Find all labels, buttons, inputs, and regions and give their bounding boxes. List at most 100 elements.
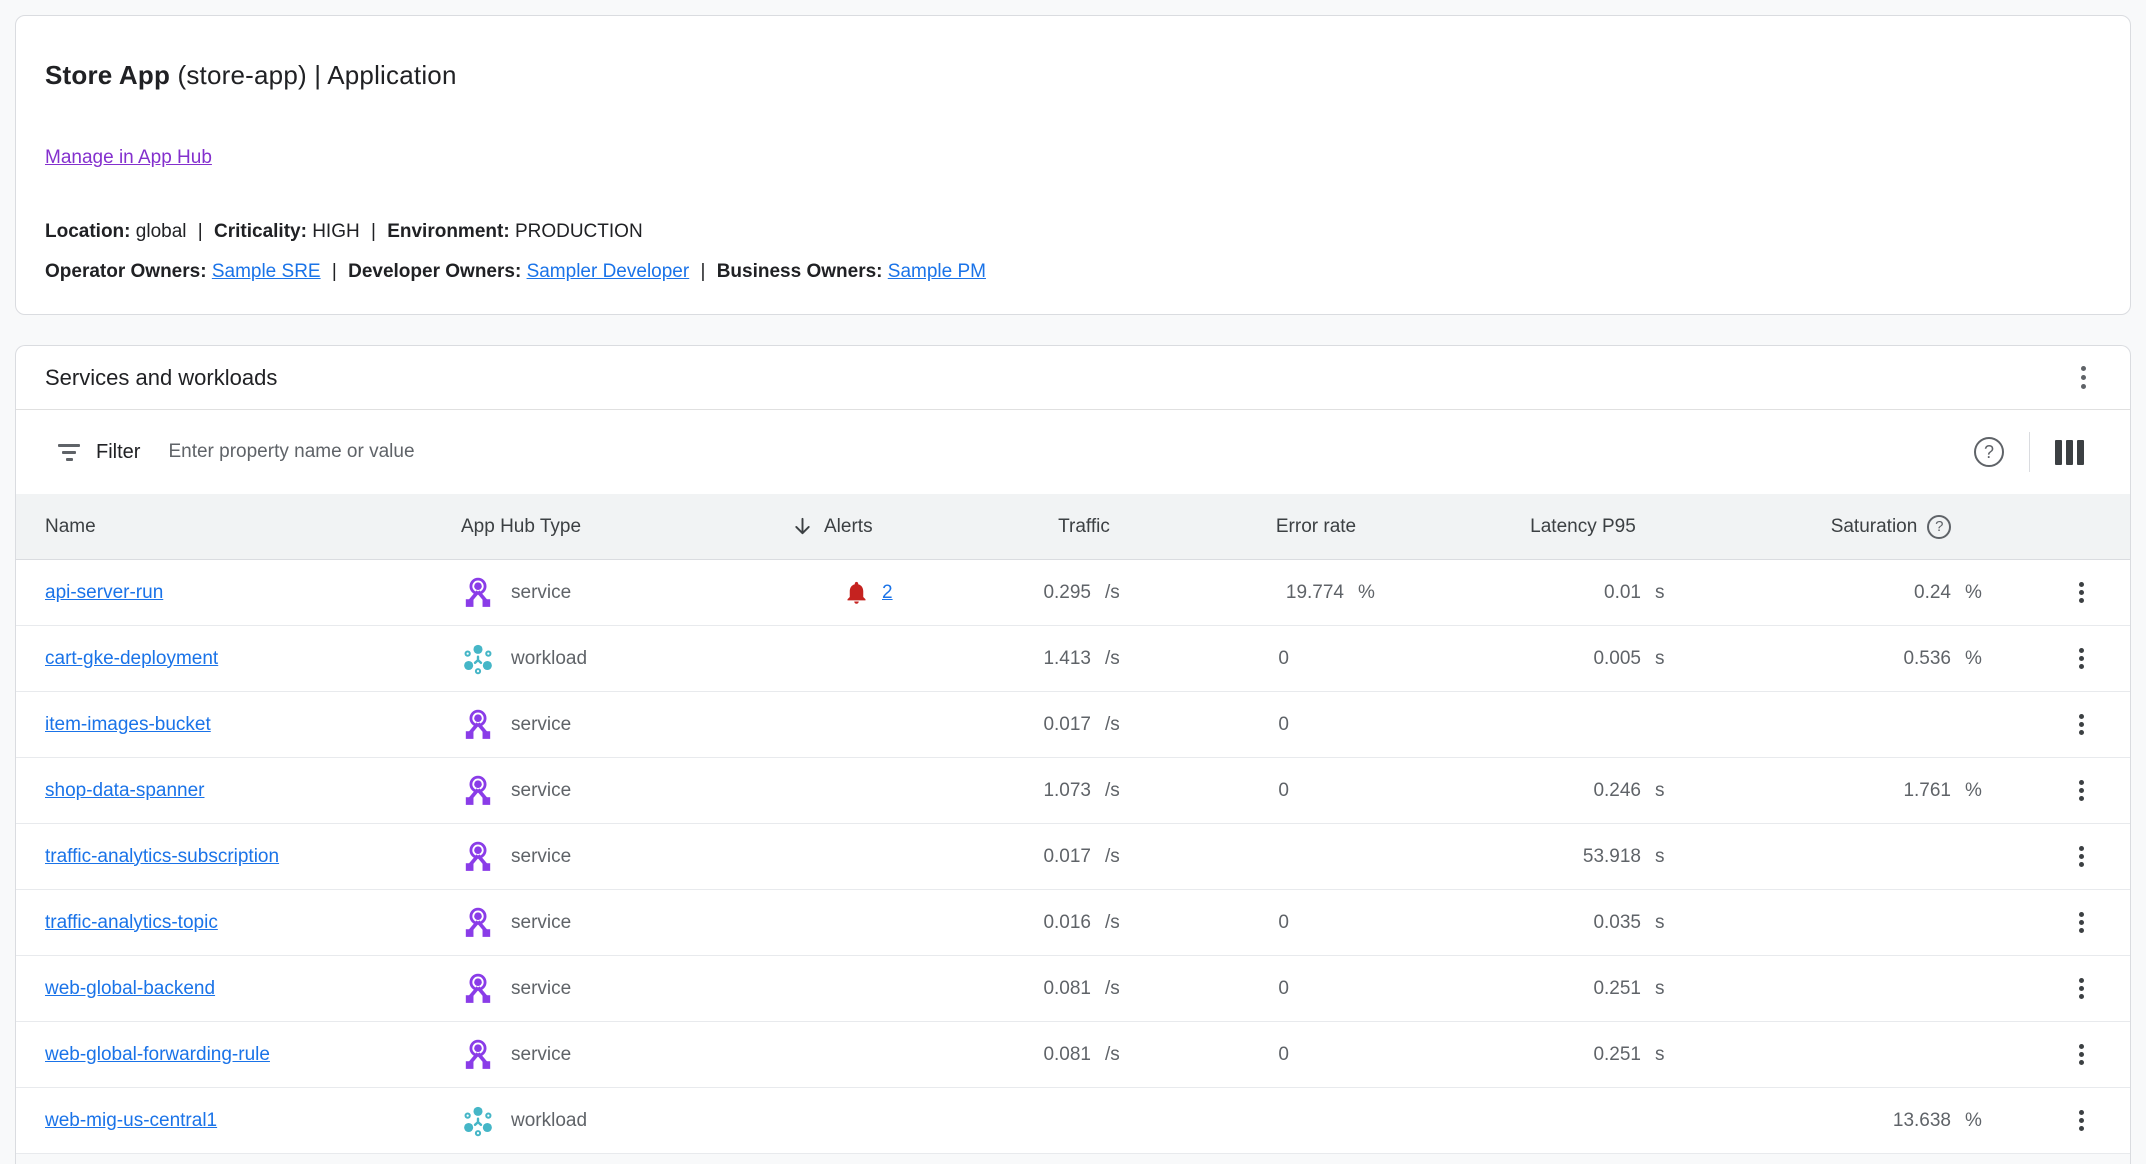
row-alerts-cell: 2 (791, 579, 961, 606)
operator-owner-link[interactable]: Sample SRE (212, 261, 321, 282)
row-name-link[interactable]: shop-data-spanner (45, 780, 205, 802)
filter-input[interactable] (166, 410, 1974, 494)
row-traffic-value: 0.295/s (961, 582, 1139, 604)
table-body: api-server-run service (16, 560, 2130, 1154)
row-menu-button[interactable] (2071, 576, 2092, 609)
row-type-label: service (511, 582, 571, 604)
table-row: web-global-backend service (16, 956, 2130, 1022)
table-row: cart-gke-deployment workload (16, 626, 2130, 692)
row-saturation-value: 0.536% (1689, 648, 1999, 670)
table-row: item-images-bucket service (16, 692, 2130, 758)
service-icon (461, 576, 495, 610)
row-traffic-value: 0.081/s (961, 1044, 1139, 1066)
row-type-label: service (511, 714, 571, 736)
row-error-rate-value: 0 (1139, 978, 1392, 1000)
row-type-cell: service (461, 972, 791, 1006)
row-error-rate-value: 0 (1139, 912, 1392, 934)
operator-owners-label: Operator Owners: (45, 261, 207, 282)
row-type-label: service (511, 846, 571, 868)
row-menu-button[interactable] (2071, 708, 2092, 741)
column-picker-button[interactable] (2055, 440, 2084, 465)
row-traffic-value: 0.081/s (961, 978, 1139, 1000)
row-type-label: workload (511, 1110, 587, 1132)
filter-bar: Filter ? (16, 410, 2130, 494)
service-icon (461, 972, 495, 1006)
row-name-link[interactable]: cart-gke-deployment (45, 648, 218, 670)
row-name-link[interactable]: api-server-run (45, 582, 163, 604)
row-traffic-value: 0.016/s (961, 912, 1139, 934)
app-owners-line: Operator Owners: Sample SRE | Developer … (45, 259, 2101, 285)
row-name-link[interactable]: traffic-analytics-subscription (45, 846, 279, 868)
manage-in-app-hub-link[interactable]: Manage in App Hub (45, 147, 212, 169)
criticality-value: HIGH (312, 221, 360, 242)
table-row: traffic-analytics-subscription service (16, 824, 2130, 890)
table-row: web-global-forwarding-rule service (16, 1022, 2130, 1088)
column-header-name[interactable]: Name (45, 516, 461, 538)
card-menu-button[interactable] (2073, 360, 2094, 395)
table-help-button[interactable]: ? (1974, 437, 2004, 467)
developer-owner-link[interactable]: Sampler Developer (527, 261, 690, 282)
row-latency-value: 0.251s (1392, 1044, 1689, 1066)
table-row: shop-data-spanner service (16, 758, 2130, 824)
alert-count-link[interactable]: 2 (882, 582, 893, 604)
column-header-alerts[interactable]: Alerts (791, 515, 961, 538)
row-saturation-value: 0.24% (1689, 582, 1999, 604)
separator: | (694, 261, 711, 282)
environment-label: Environment: (387, 221, 509, 242)
criticality-label: Criticality: (214, 221, 307, 242)
row-type-label: service (511, 978, 571, 1000)
table-row: api-server-run service (16, 560, 2130, 626)
filter-icon (56, 444, 82, 461)
app-name: Store App (45, 60, 170, 90)
column-header-traffic[interactable]: Traffic (961, 516, 1139, 538)
table-header-row: Name App Hub Type Alerts Traffic Error r… (16, 494, 2130, 560)
service-icon (461, 708, 495, 742)
column-header-app-hub-type[interactable]: App Hub Type (461, 516, 791, 538)
table-row: traffic-analytics-topic service (16, 890, 2130, 956)
row-latency-value: 0.246s (1392, 780, 1689, 802)
saturation-header-label: Saturation (1831, 516, 1918, 538)
alerts-header-label: Alerts (824, 516, 873, 538)
row-menu-button[interactable] (2071, 1038, 2092, 1071)
row-saturation-value: 13.638% (1689, 1110, 1999, 1132)
row-type-cell: service (461, 840, 791, 874)
alert-bell-icon (843, 579, 870, 606)
column-header-latency-p95[interactable]: Latency P95 (1392, 516, 1689, 538)
row-menu-button[interactable] (2071, 972, 2092, 1005)
row-name-link[interactable]: traffic-analytics-topic (45, 912, 218, 934)
row-traffic-value: 1.073/s (961, 780, 1139, 802)
row-latency-value: 0.035s (1392, 912, 1689, 934)
row-name-link[interactable]: web-global-forwarding-rule (45, 1044, 270, 1066)
business-owners-label: Business Owners: (717, 261, 883, 282)
services-card-header: Services and workloads (16, 346, 2130, 410)
row-menu-button[interactable] (2071, 642, 2092, 675)
row-type-cell: service (461, 708, 791, 742)
row-error-rate-value: 0 (1139, 648, 1392, 670)
location-value: global (136, 221, 187, 242)
column-header-saturation[interactable]: Saturation ? (1689, 515, 1999, 539)
row-traffic-value: 0.017/s (961, 846, 1139, 868)
workload-icon (461, 642, 495, 676)
row-menu-button[interactable] (2071, 906, 2092, 939)
row-type-cell: workload (461, 1104, 791, 1138)
row-name-link[interactable]: item-images-bucket (45, 714, 211, 736)
row-type-label: workload (511, 648, 587, 670)
row-menu-button[interactable] (2071, 1104, 2092, 1137)
column-header-error-rate[interactable]: Error rate (1139, 516, 1392, 538)
row-latency-value: 0.005s (1392, 648, 1689, 670)
row-type-cell: service (461, 576, 791, 610)
row-name-link[interactable]: web-global-backend (45, 978, 215, 1000)
row-menu-button[interactable] (2071, 840, 2092, 873)
app-header-card: Store App (store-app) | Application Mana… (15, 15, 2131, 315)
row-type-label: service (511, 912, 571, 934)
row-traffic-value: 0.017/s (961, 714, 1139, 736)
business-owner-link[interactable]: Sample PM (888, 261, 986, 282)
row-traffic-value: 1.413/s (961, 648, 1139, 670)
divider (2029, 432, 2030, 472)
row-error-rate-value: 0 (1139, 714, 1392, 736)
row-latency-value: 0.01s (1392, 582, 1689, 604)
row-name-link[interactable]: web-mig-us-central1 (45, 1110, 217, 1132)
services-card-title: Services and workloads (45, 365, 2073, 391)
saturation-help-icon[interactable]: ? (1927, 515, 1951, 539)
row-menu-button[interactable] (2071, 774, 2092, 807)
